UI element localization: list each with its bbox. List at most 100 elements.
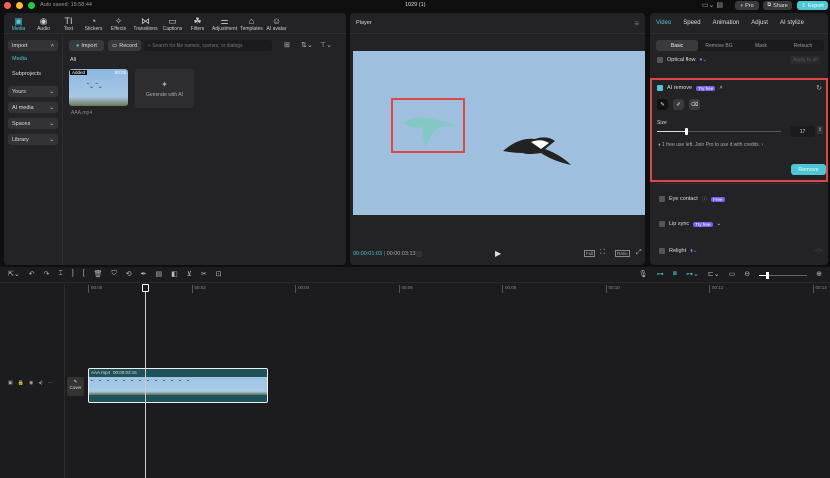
timeline-ruler[interactable]: 00:00 00:02 00:04 00:06 00:08 00:10 00:12 00:14 [88, 285, 830, 293]
keyframe-icon[interactable]: ‹◇› [815, 248, 823, 254]
tool-media[interactable]: ▣ Media [6, 16, 31, 33]
apply-to-all-button[interactable]: Apply to all [790, 56, 821, 64]
size-slider[interactable] [657, 128, 781, 135]
tool-captions[interactable]: ▭ Captions [160, 16, 185, 33]
ratio-button[interactable]: Ratio [615, 250, 630, 257]
video-clip[interactable]: AAA.mp4 00:00:03:15 ˜˜˜˜˜˜˜˜˜˜˜˜˜ [88, 368, 268, 403]
tool-adjustment[interactable]: ⚌ Adjustment [210, 16, 239, 33]
lock-icon[interactable]: 🔒 [18, 380, 24, 386]
filter-icon[interactable]: ⊤⌄ [320, 41, 332, 49]
subtab-mask[interactable]: Mask [740, 40, 782, 51]
grid-view-icon[interactable]: ⊞ [284, 41, 290, 49]
record-button[interactable]: ▭ Record [108, 40, 141, 51]
sidebar-subprojects[interactable]: Subprojects [4, 71, 62, 86]
size-stepper[interactable]: ⇕ [817, 126, 824, 134]
zoom-slider-handle[interactable] [766, 272, 770, 279]
cutout-icon[interactable]: ⊻ [187, 270, 192, 279]
size-slider-handle[interactable] [684, 128, 688, 135]
import-button[interactable]: ● Import [69, 40, 104, 51]
video-preview[interactable] [353, 51, 645, 215]
split-icon[interactable]: ⌶ [58, 270, 62, 279]
pro-button[interactable]: ♦ Pro [735, 1, 759, 10]
subtab-retouch[interactable]: Retouch [782, 40, 824, 51]
more-icon[interactable]: ⋯ [48, 380, 53, 386]
cover-button[interactable]: ✎ Cover [67, 377, 84, 396]
generate-with-ai-card[interactable]: ✦ Generate with AI [135, 69, 194, 108]
select-tool-icon[interactable]: ⇱⌄ [8, 270, 20, 279]
tool-ai-avatar[interactable]: ☺ AI avatar [264, 16, 289, 33]
subtab-basic[interactable]: Basic [656, 40, 698, 51]
size-input[interactable]: 17 [790, 126, 815, 137]
play-button[interactable]: ▶ [495, 249, 501, 258]
share-button[interactable]: ⧉ Share [763, 1, 792, 10]
audio-icon[interactable]: ◂) [38, 380, 42, 386]
filter-all[interactable]: All [70, 57, 76, 63]
microphone-icon[interactable]: 🎙 [639, 270, 648, 279]
crop-icon[interactable]: ⊡ [216, 270, 222, 279]
sidebar-ai-media[interactable]: AI media ⌄ [8, 102, 58, 113]
split-right-icon[interactable]: [ [83, 270, 85, 279]
sidebar-yours[interactable]: Yours ⌄ [8, 86, 58, 97]
brush-icon[interactable]: ✎ [657, 99, 668, 110]
media-clip-thumbnail[interactable]: Added 00:05 ˜⌄ ˜⌄ [69, 69, 128, 106]
tool-effects[interactable]: ✧ Effects [106, 16, 131, 33]
reset-icon[interactable]: ↻ [816, 84, 822, 92]
remove-button[interactable]: Remove [791, 164, 826, 175]
export-button[interactable]: ⇪ Export [797, 1, 828, 10]
focus-icon[interactable]: ⛶ [600, 249, 605, 257]
link-icon[interactable]: ⊶ [657, 270, 664, 279]
relight-checkbox[interactable] [659, 248, 665, 254]
marker-icon[interactable]: ⛉ [111, 270, 116, 279]
tab-speed[interactable]: Speed [683, 20, 700, 26]
playhead[interactable] [142, 284, 149, 478]
search-input[interactable]: ⌕ Search for file names, scenes, or dial… [144, 40, 272, 51]
magic-icon[interactable]: ✂ [201, 270, 207, 279]
tool-stickers[interactable]: ◔ Stickers [81, 16, 106, 33]
tool-audio[interactable]: ◉ Audio [31, 16, 56, 33]
timeline-mode-icon[interactable]: ▥ [416, 250, 423, 258]
tool-filters[interactable]: ☘ Filters [185, 16, 210, 33]
freeze-icon[interactable]: ▤ [155, 270, 162, 279]
preview-axis-icon[interactable]: ⊶⌄ [686, 270, 699, 279]
ai-remove-checkbox[interactable] [657, 85, 663, 91]
tab-ai-stylize[interactable]: AI stylize [780, 20, 804, 26]
zoom-in-icon[interactable]: ⊕ [816, 270, 822, 279]
eye-contact-checkbox[interactable] [659, 196, 665, 202]
menu-icon[interactable]: ≡ [634, 19, 639, 28]
eye-icon[interactable]: ◉ [29, 380, 33, 386]
sidebar-library[interactable]: Library ⌄ [8, 134, 58, 145]
track-thumbnail-icon[interactable]: ▣ [8, 380, 13, 386]
sidebar-import[interactable]: Import ˄ [8, 40, 58, 51]
tool-templates[interactable]: ⌂ Templates [239, 16, 264, 33]
tool-text[interactable]: TI Text [56, 16, 81, 33]
sidebar-spaces[interactable]: Spaces ⌄ [8, 118, 58, 129]
eraser-icon[interactable]: ⌫ [689, 99, 700, 110]
align-icon[interactable]: ⊏⌄ [708, 270, 720, 279]
delete-icon[interactable]: 🗑 [94, 270, 103, 279]
caption-track-icon[interactable]: ▭ [729, 270, 736, 279]
mirror-icon[interactable]: ◧ [171, 270, 178, 279]
lip-sync-checkbox[interactable] [659, 221, 665, 227]
close-window-button[interactable] [4, 2, 11, 9]
zoom-out-icon[interactable]: ⊖ [744, 270, 750, 279]
sidebar-media[interactable]: Media [4, 56, 62, 71]
full-quality-button[interactable]: Full [584, 250, 596, 257]
tab-video[interactable]: Video [656, 20, 671, 26]
ai-edit-icon[interactable]: ✒ [141, 270, 147, 279]
snap-icon[interactable]: ⧈ [673, 270, 677, 279]
split-left-icon[interactable]: ] [72, 270, 74, 279]
tab-animation[interactable]: Animation [713, 20, 740, 26]
tab-adjust[interactable]: Adjust [751, 20, 768, 26]
tool-transitions[interactable]: ⋈ Transitions [131, 16, 160, 33]
redo-icon[interactable]: ↷ [44, 270, 50, 279]
maximize-window-button[interactable] [28, 2, 35, 9]
minimize-window-button[interactable] [16, 2, 23, 9]
loop-icon[interactable]: ⟲ [126, 270, 132, 279]
fullscreen-icon[interactable]: ⤢ [636, 249, 642, 257]
zoom-slider[interactable] [759, 270, 808, 279]
subtab-remove-bg[interactable]: Remove BG [698, 40, 740, 51]
undo-icon[interactable]: ↶ [29, 270, 35, 279]
layout-icon[interactable]: ▭⌄ ▤ [702, 1, 723, 9]
pen-brush-icon[interactable]: ✐ [673, 99, 684, 110]
sort-icon[interactable]: ⇅⌄ [301, 41, 313, 49]
